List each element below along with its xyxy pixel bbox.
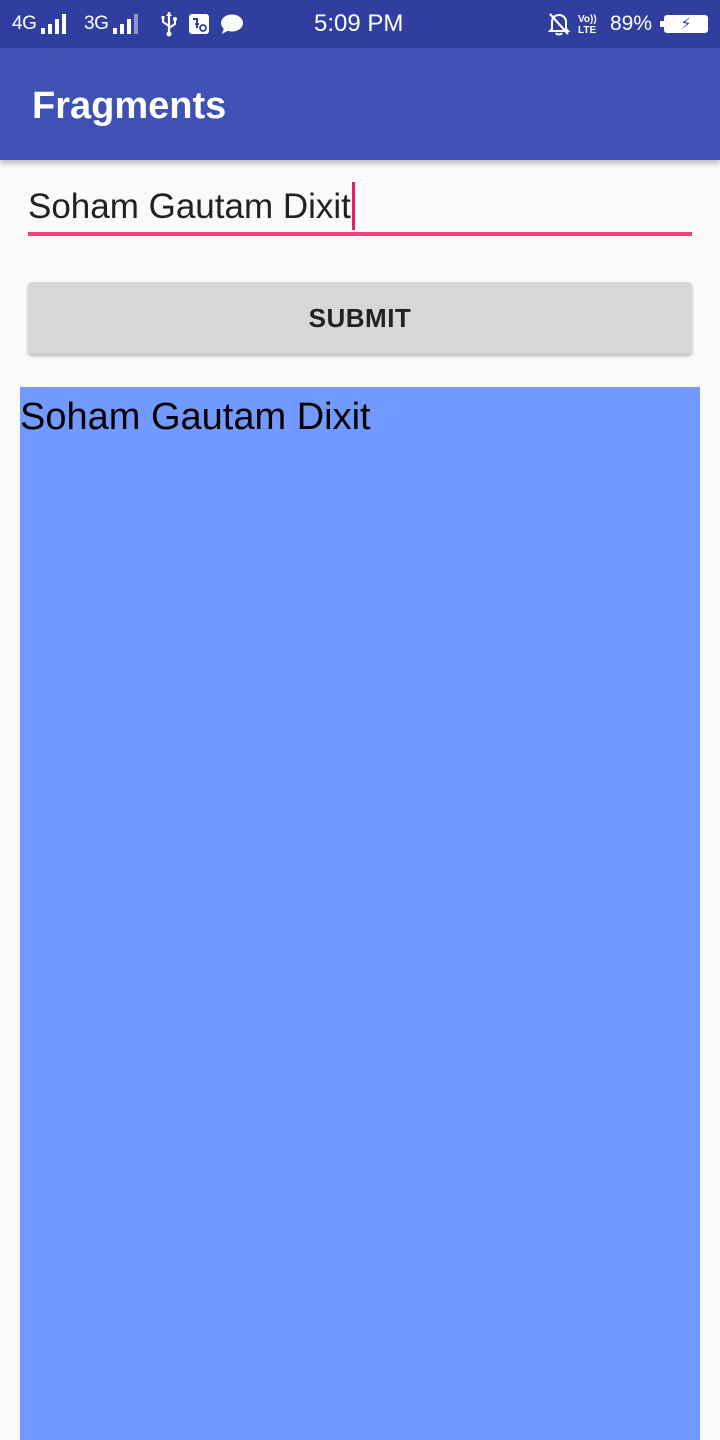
usb-icon <box>160 0 178 48</box>
name-input[interactable]: Soham Gautam Dixit <box>28 178 692 238</box>
app-title: Fragments <box>32 85 227 127</box>
fragment-container: Soham Gautam Dixit <box>20 387 700 1440</box>
text-cursor <box>351 181 355 230</box>
silent-alarm-icon <box>548 0 570 48</box>
chat-icon <box>220 0 244 48</box>
battery-charging-icon: ⚡ <box>660 0 708 48</box>
name-input-text: Soham Gautam Dixit <box>28 187 351 226</box>
clock: 5:09 PM <box>314 10 404 37</box>
network-group-2: 3G <box>84 0 139 48</box>
signal-icon <box>113 14 139 34</box>
app-bar: Fragments <box>0 48 720 160</box>
app-notification-icon <box>188 0 210 48</box>
battery-percent: 89% <box>610 12 653 35</box>
network-type-label: 3G <box>84 13 109 34</box>
volte-icon: Vo)) LTE <box>577 0 601 48</box>
fragment-display-text: Soham Gautam Dixit <box>20 396 371 438</box>
network-type-label: 4G <box>12 13 37 34</box>
status-bar: 4G 3G 5:09 PM Vo)) LTE 89% ⚡ <box>0 0 720 48</box>
svg-text:LTE: LTE <box>578 25 596 36</box>
input-underline <box>28 232 692 236</box>
network-group-1: 4G <box>12 0 67 48</box>
submit-button[interactable]: SUBMIT <box>28 282 692 354</box>
signal-icon <box>41 14 67 34</box>
svg-text:Vo)): Vo)) <box>578 14 597 25</box>
name-input-field[interactable]: Soham Gautam Dixit <box>28 181 355 233</box>
